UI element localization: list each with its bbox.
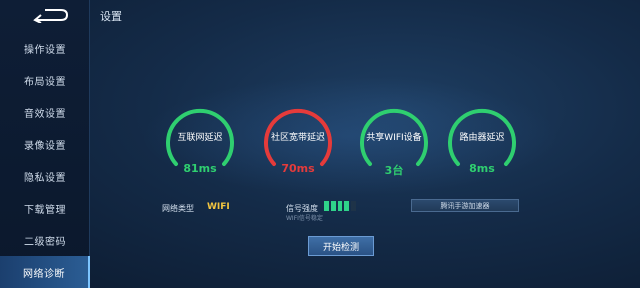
gauge-value: 81ms — [183, 162, 217, 175]
sidebar-item-recording[interactable]: 录像设置 — [0, 128, 90, 160]
sidebar-item-label: 二级密码 — [24, 236, 66, 248]
signal-bar — [337, 201, 343, 211]
sidebar-item-label: 下载管理 — [24, 204, 66, 216]
sidebar-item-label: 操作设置 — [24, 44, 66, 56]
gauge-value: 70ms — [281, 162, 315, 175]
gauge-label: 路由器延迟 — [459, 133, 505, 143]
sidebar-item-label: 录像设置 — [24, 140, 66, 152]
gauge-value: 3台 — [384, 164, 404, 177]
sidebar-item-password[interactable]: 二级密码 — [0, 224, 90, 256]
network-type-label: 网络类型 — [162, 204, 194, 213]
gauge-label: 互联网延迟 — [177, 133, 223, 143]
sidebar-item-label: 网络诊断 — [23, 268, 65, 280]
gauge-internet-latency: 互联网延迟 81ms — [162, 104, 238, 182]
page-title: 设置 — [100, 10, 122, 23]
sidebar: 操作设置 布局设置 音效设置 录像设置 隐私设置 下载管理 二级密码 网络诊断 — [0, 0, 90, 288]
signal-status-text: WIFI信号稳定 — [286, 215, 323, 222]
back-button[interactable] — [28, 4, 74, 26]
accelerator-button[interactable]: 腾讯手游加速器 — [411, 199, 519, 212]
signal-bar — [351, 201, 356, 211]
network-type-value: WIFI — [207, 202, 230, 212]
signal-strength-bars — [324, 201, 356, 211]
sidebar-item-label: 布局设置 — [24, 76, 66, 88]
signal-bar — [344, 201, 350, 211]
gauge-router-latency: 路由器延迟 8ms — [444, 104, 520, 182]
signal-bar — [330, 201, 336, 211]
signal-bar — [324, 201, 329, 211]
sidebar-item-operation[interactable]: 操作设置 — [0, 32, 90, 64]
gauge-label: 共享WIFI设备 — [366, 133, 422, 143]
sidebar-item-label: 音效设置 — [24, 108, 66, 120]
gauge-community-latency: 社区宽带延迟 70ms — [260, 104, 336, 182]
gauge-label: 社区宽带延迟 — [270, 133, 325, 143]
sidebar-item-downloads[interactable]: 下载管理 — [0, 192, 90, 224]
sidebar-item-privacy[interactable]: 隐私设置 — [0, 160, 90, 192]
sidebar-item-layout[interactable]: 布局设置 — [0, 64, 90, 96]
sidebar-item-network-diagnosis[interactable]: 网络诊断 — [0, 256, 90, 288]
back-arrow-icon — [33, 9, 69, 23]
sidebar-item-sound[interactable]: 音效设置 — [0, 96, 90, 128]
sidebar-item-label: 隐私设置 — [24, 172, 66, 184]
gauge-shared-wifi-devices: 共享WIFI设备 3台 — [356, 104, 432, 182]
start-detection-button[interactable]: 开始检测 — [308, 236, 374, 256]
gauge-value: 8ms — [469, 162, 495, 175]
